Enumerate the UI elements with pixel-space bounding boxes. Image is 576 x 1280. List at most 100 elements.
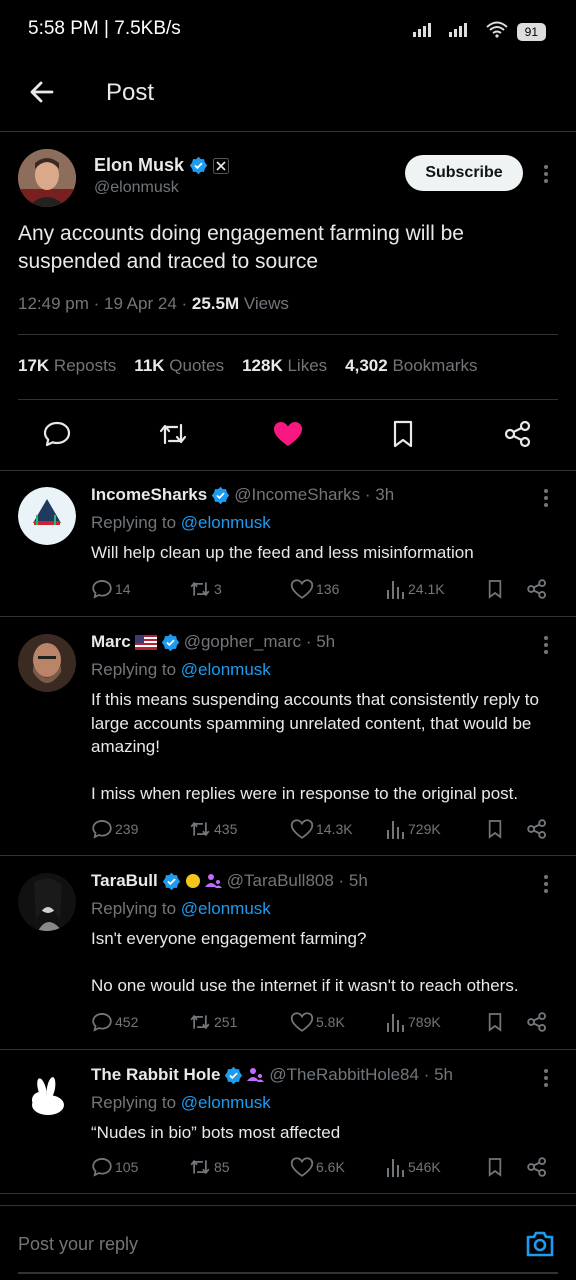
heart-icon xyxy=(290,819,314,839)
reply-item[interactable]: TaraBull @TaraBull808 · 5h Replying to @… xyxy=(0,857,576,1050)
bookmarks-stat[interactable]: 4,302 Bookmarks xyxy=(345,356,477,376)
back-button[interactable] xyxy=(26,76,58,108)
camera-icon[interactable] xyxy=(524,1228,556,1260)
repost-button[interactable]: 435 xyxy=(188,818,237,840)
views-button[interactable]: 729K xyxy=(386,818,441,840)
reply-button[interactable]: 105 xyxy=(91,1156,138,1178)
reply-header: TaraBull @TaraBull808 · 5h xyxy=(91,871,368,891)
views-button[interactable]: 24.1K xyxy=(386,578,445,600)
replying-to: Replying to @elonmusk xyxy=(91,513,271,532)
more-options-icon[interactable] xyxy=(538,162,554,186)
like-button[interactable]: 14.3K xyxy=(290,818,353,840)
verified-badge-icon xyxy=(189,156,208,175)
reply-text: If this means suspending accounts that c… xyxy=(91,690,539,803)
bookmark-icon xyxy=(488,1158,502,1177)
reply-icon xyxy=(92,1158,112,1177)
verified-badge-icon xyxy=(212,486,230,504)
divider xyxy=(18,334,558,335)
more-options-icon[interactable] xyxy=(540,634,552,656)
reply-item[interactable]: Marc @gopher_marc · 5h Replying to @elon… xyxy=(0,618,576,856)
share-icon xyxy=(527,1012,547,1032)
replying-to: Replying to @elonmusk xyxy=(91,1093,271,1112)
share-icon[interactable] xyxy=(503,419,535,451)
reply-actions: 105 85 6.6K 546K xyxy=(0,1156,576,1180)
share-button[interactable] xyxy=(526,578,548,600)
verified-badge-icon xyxy=(225,1066,243,1084)
share-icon xyxy=(527,579,547,599)
us-flag-icon xyxy=(134,634,157,650)
mention-link[interactable]: @elonmusk xyxy=(181,513,271,532)
views-button[interactable]: 546K xyxy=(386,1156,441,1178)
reply-author-handle[interactable]: @TaraBull808 · 5h xyxy=(227,871,368,891)
avatar[interactable] xyxy=(18,149,76,207)
bookmark-button[interactable] xyxy=(485,1011,505,1033)
like-button[interactable]: 5.8K xyxy=(290,1011,345,1033)
post-stats: 17K Reposts 11K Quotes 128K Likes 4,302 … xyxy=(18,356,477,376)
repost-button[interactable]: 85 xyxy=(188,1156,230,1178)
bookmark-button[interactable] xyxy=(485,1156,505,1178)
reply-author-name[interactable]: The Rabbit Hole xyxy=(91,1065,220,1085)
bookmark-button[interactable] xyxy=(485,818,505,840)
mention-link[interactable]: @elonmusk xyxy=(181,660,271,679)
share-button[interactable] xyxy=(526,818,548,840)
repost-icon[interactable] xyxy=(157,419,189,451)
likes-stat[interactable]: 128K Likes xyxy=(242,356,327,376)
avatar[interactable] xyxy=(18,873,76,931)
reply-author-name[interactable]: TaraBull xyxy=(91,871,158,891)
post-time: 12:49 pm · 19 Apr 24 · xyxy=(18,294,192,313)
more-options-icon[interactable] xyxy=(540,1067,552,1089)
views-button[interactable]: 789K xyxy=(386,1011,441,1033)
reply-author-name[interactable]: Marc xyxy=(91,632,131,652)
like-button[interactable]: 136 xyxy=(290,578,339,600)
x-affiliation-icon xyxy=(213,157,230,174)
battery-indicator: 91 xyxy=(516,22,546,41)
like-icon-filled[interactable] xyxy=(272,419,304,451)
reply-icon xyxy=(92,1013,112,1032)
share-button[interactable] xyxy=(526,1011,548,1033)
bookmark-icon[interactable] xyxy=(388,419,420,451)
reply-author-handle[interactable]: @gopher_marc · 5h xyxy=(184,632,335,652)
reply-item[interactable]: IncomeSharks @IncomeSharks · 3h Replying… xyxy=(0,471,576,617)
subscribe-button[interactable]: Subscribe xyxy=(405,155,523,191)
bookmark-icon xyxy=(488,820,502,839)
divider xyxy=(18,399,558,400)
quotes-stat[interactable]: 11K Quotes xyxy=(134,356,224,376)
repost-icon xyxy=(190,1159,210,1175)
reply-icon[interactable] xyxy=(42,419,74,451)
subscriber-icon xyxy=(204,874,222,888)
repost-icon xyxy=(190,821,210,837)
reply-text: Isn't everyone engagement farming? No on… xyxy=(91,929,519,995)
reply-header: Marc @gopher_marc · 5h xyxy=(91,632,335,652)
author-handle[interactable]: @elonmusk xyxy=(94,179,179,197)
replying-to: Replying to @elonmusk xyxy=(91,899,271,918)
reply-text: Will help clean up the feed and less mis… xyxy=(91,543,474,562)
mention-link[interactable]: @elonmusk xyxy=(181,1093,271,1112)
repost-button[interactable]: 3 xyxy=(188,578,222,600)
bookmark-button[interactable] xyxy=(485,578,505,600)
reply-author-handle[interactable]: @TheRabbitHole84 · 5h xyxy=(269,1065,453,1085)
reply-author-name[interactable]: IncomeSharks xyxy=(91,485,207,505)
signal-icon xyxy=(412,21,441,42)
heart-icon xyxy=(290,1012,314,1032)
share-icon xyxy=(527,1157,547,1177)
more-options-icon[interactable] xyxy=(540,487,552,509)
reply-input[interactable] xyxy=(18,1234,250,1255)
avatar[interactable] xyxy=(18,1067,76,1125)
author-name[interactable]: Elon Musk xyxy=(94,155,230,176)
reposts-stat[interactable]: 17K Reposts xyxy=(18,356,116,376)
avatar[interactable] xyxy=(18,634,76,692)
reply-item[interactable]: The Rabbit Hole @TheRabbitHole84 · 5h Re… xyxy=(0,1051,576,1194)
reply-button[interactable]: 452 xyxy=(91,1011,138,1033)
reply-button[interactable]: 239 xyxy=(91,818,138,840)
more-options-icon[interactable] xyxy=(540,873,552,895)
avatar[interactable] xyxy=(18,487,76,545)
repost-button[interactable]: 251 xyxy=(188,1011,237,1033)
reply-author-handle[interactable]: @IncomeSharks · 3h xyxy=(234,485,394,505)
bookmark-icon xyxy=(488,1013,502,1032)
heart-icon xyxy=(290,1157,314,1177)
share-button[interactable] xyxy=(526,1156,548,1178)
reply-button[interactable]: 14 xyxy=(91,578,131,600)
mention-link[interactable]: @elonmusk xyxy=(181,899,271,918)
like-button[interactable]: 6.6K xyxy=(290,1156,345,1178)
status-icons: 91 xyxy=(412,20,546,43)
